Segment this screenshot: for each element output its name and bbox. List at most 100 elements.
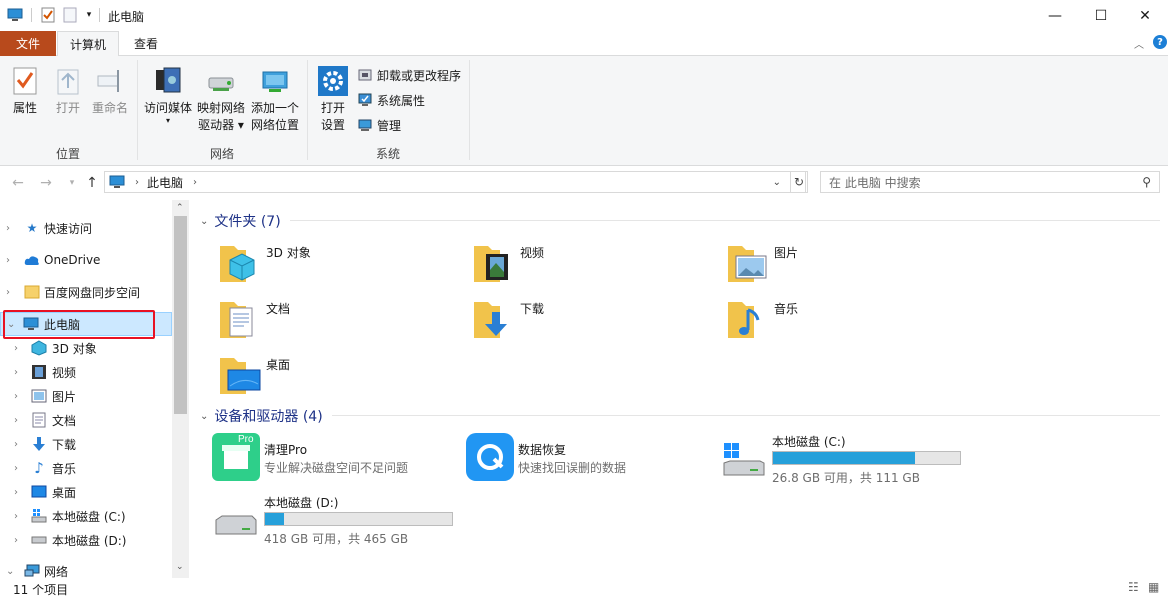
devices-section-header[interactable]: ⌄ 设备和驱动器 (4) <box>200 406 323 426</box>
recent-locations-icon[interactable]: ▾ <box>62 174 82 192</box>
navigation-pane: › ★ 快速访问 › OneDrive › 百度网盘同步空间 ⌄ 此电脑 › 3… <box>0 200 190 580</box>
folder-videos[interactable]: 视频 <box>470 238 720 288</box>
expand-chevron-icon[interactable]: › <box>14 391 24 402</box>
rename-button[interactable]: 重命名 <box>90 64 130 117</box>
nav-item-disk-d[interactable]: › 本地磁盘 (D:) <box>0 528 172 552</box>
collapse-ribbon-icon[interactable]: ︿ <box>1134 36 1144 51</box>
folder-pictures[interactable]: 图片 <box>724 238 974 288</box>
nav-item-disk-c[interactable]: › 本地磁盘 (C:) <box>0 504 172 528</box>
manage-label: 管理 <box>377 118 402 133</box>
nav-item-pictures[interactable]: › 图片 <box>0 384 172 408</box>
expand-chevron-icon[interactable]: › <box>14 415 24 426</box>
device-disk-c[interactable]: 本地磁盘 (C:) 26.8 GB 可用，共 111 GB <box>720 433 970 493</box>
nav-label: 下载 <box>52 437 77 452</box>
folder-downloads[interactable]: 下载 <box>470 294 720 344</box>
breadcrumb-this-pc[interactable]: 此电脑 <box>147 174 183 191</box>
minimize-button[interactable]: — <box>1032 0 1078 31</box>
help-icon[interactable]: ? <box>1153 35 1167 49</box>
nav-label: 图片 <box>52 389 77 404</box>
folder-music-icon <box>728 302 760 338</box>
expand-chevron-icon[interactable]: › <box>14 487 24 498</box>
qat-divider <box>31 8 32 22</box>
drive-icon <box>215 515 257 535</box>
disk-space-text: 418 GB 可用，共 465 GB <box>264 532 409 546</box>
expand-chevron-icon[interactable]: › <box>14 343 24 354</box>
download-arrow-icon <box>31 436 47 452</box>
scroll-down-icon[interactable]: ⌄ <box>176 562 184 572</box>
manage-button[interactable]: 管理 <box>357 114 401 136</box>
device-disk-d[interactable]: 本地磁盘 (D:) 418 GB 可用，共 465 GB <box>212 494 462 554</box>
folders-section-header[interactable]: ⌄ 文件夹 (7) <box>200 211 281 231</box>
access-media-button[interactable]: 访问媒体 ▾ <box>142 64 194 125</box>
breadcrumb-chevron-icon[interactable]: › <box>135 177 139 188</box>
expand-chevron-icon[interactable]: › <box>6 223 16 234</box>
nav-item-quick-access[interactable]: › ★ 快速访问 <box>0 216 172 240</box>
scrollbar-thumb[interactable] <box>174 216 187 414</box>
expand-chevron-icon[interactable]: › <box>6 287 16 298</box>
search-icon[interactable]: ⚲ <box>1142 175 1151 189</box>
nav-item-videos[interactable]: › 视频 <box>0 360 172 384</box>
expand-chevron-icon[interactable]: › <box>6 255 16 266</box>
new-folder-qat-icon[interactable] <box>61 6 79 24</box>
device-data-recovery[interactable]: 数据恢复 快速找回误删的数据 <box>466 433 716 493</box>
nav-item-3d-objects[interactable]: › 3D 对象 <box>0 336 172 360</box>
collapse-section-icon[interactable]: ⌄ <box>200 216 208 227</box>
uninstall-label: 卸载或更改程序 <box>377 68 462 83</box>
scroll-up-icon[interactable]: ⌃ <box>176 203 184 213</box>
nav-item-documents[interactable]: › 文档 <box>0 408 172 432</box>
qat-dropdown-icon[interactable]: ▾ <box>80 6 98 24</box>
tab-computer[interactable]: 计算机 <box>57 31 119 57</box>
nav-scrollbar[interactable]: ⌃ ⌄ <box>172 200 189 578</box>
forward-icon[interactable]: → <box>36 174 56 192</box>
folder-downloads-icon <box>474 302 507 338</box>
expand-chevron-icon[interactable]: › <box>14 367 24 378</box>
folder-desktop[interactable]: 桌面 <box>216 350 466 400</box>
settings-gear-icon <box>316 64 350 98</box>
search-placeholder: 在 此电脑 中搜索 <box>829 175 921 190</box>
network-location-icon <box>258 64 292 98</box>
map-drive-button[interactable]: 映射网络 驱动器 ▾ <box>196 64 246 134</box>
expand-chevron-icon[interactable]: › <box>14 463 24 474</box>
properties-qat-icon[interactable] <box>39 6 57 24</box>
breadcrumb-chevron-icon[interactable]: › <box>193 177 197 188</box>
system-properties-button[interactable]: 系统属性 <box>357 89 425 111</box>
address-dropdown-icon[interactable]: ⌄ <box>773 177 781 188</box>
folder-label: 桌面 <box>266 358 291 372</box>
large-icons-view-icon[interactable]: ▦ <box>1148 580 1159 594</box>
uninstall-button[interactable]: 卸载或更改程序 <box>357 64 461 86</box>
title-divider <box>99 8 100 22</box>
folder-music[interactable]: 音乐 <box>724 294 974 344</box>
nav-item-desktop[interactable]: › 桌面 <box>0 480 172 504</box>
open-icon <box>51 64 85 98</box>
add-network-location-button[interactable]: 添加一个 网络位置 <box>248 64 302 134</box>
folder-documents[interactable]: 文档 <box>216 294 466 344</box>
open-settings-button[interactable]: 打开 设置 <box>314 64 352 134</box>
group-system-label: 系统 <box>375 147 400 161</box>
expand-chevron-icon[interactable]: › <box>14 439 24 450</box>
nav-label: 音乐 <box>52 461 77 476</box>
refresh-icon[interactable]: ↻ <box>790 171 808 193</box>
expand-chevron-icon[interactable]: › <box>14 511 24 522</box>
nav-item-onedrive[interactable]: › OneDrive <box>0 248 172 272</box>
map-drive-label-1: 映射网络 <box>196 101 245 115</box>
folder-3d-objects[interactable]: 3D 对象 <box>216 238 466 288</box>
address-bar[interactable]: › 此电脑 › ⌄ <box>104 171 806 193</box>
details-view-icon[interactable]: ☷ <box>1128 580 1139 594</box>
nav-item-downloads[interactable]: › 下载 <box>0 432 172 456</box>
this-pc-icon[interactable] <box>6 6 24 24</box>
expand-chevron-icon[interactable]: › <box>14 535 24 546</box>
up-icon[interactable]: ↑ <box>82 174 102 192</box>
properties-button[interactable]: 属性 <box>6 64 44 117</box>
nav-item-music[interactable]: › ♪ 音乐 <box>0 456 172 480</box>
open-button[interactable]: 打开 <box>49 64 87 117</box>
device-cleanup-pro[interactable]: Pro 清理Pro 专业解决磁盘空间不足问题 <box>212 433 462 493</box>
back-icon[interactable]: ← <box>8 174 28 192</box>
close-button[interactable]: ✕ <box>1122 0 1168 31</box>
collapse-section-icon[interactable]: ⌄ <box>200 411 208 422</box>
tab-view[interactable]: 查看 <box>120 31 172 56</box>
nav-item-baidu[interactable]: › 百度网盘同步空间 <box>0 280 172 304</box>
maximize-button[interactable]: ☐ <box>1078 0 1124 31</box>
collapse-chevron-icon[interactable]: ⌄ <box>6 566 16 577</box>
tab-file[interactable]: 文件 <box>0 31 56 56</box>
search-input[interactable]: 在 此电脑 中搜索 ⚲ <box>820 171 1160 193</box>
